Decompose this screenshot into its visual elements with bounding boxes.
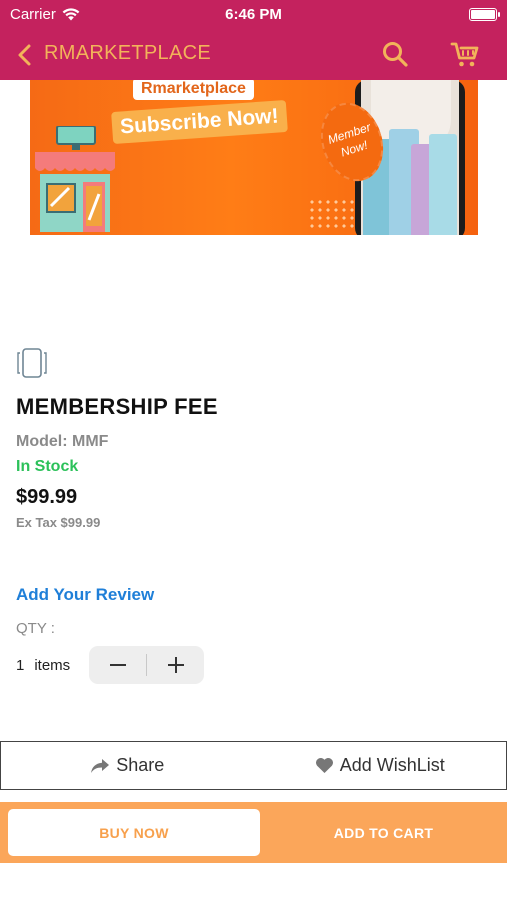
back-chevron-icon[interactable]	[12, 41, 40, 69]
buy-now-button[interactable]: BUY NOW	[8, 809, 260, 856]
search-icon[interactable]	[380, 39, 410, 69]
banner-headline: Subscribe Now!	[111, 99, 288, 145]
battery-icon	[469, 8, 500, 21]
plus-icon	[167, 657, 184, 673]
share-arrow-icon	[91, 758, 110, 773]
promo-banner[interactable]: Rmarketplace Subscribe Now! Member Now!	[30, 80, 478, 235]
add-review-link[interactable]: Add Your Review	[16, 585, 154, 605]
product-name: MEMBERSHIP FEE	[16, 394, 218, 419]
product-placeholder-icon	[17, 348, 47, 378]
qty-unit: items	[34, 657, 71, 674]
status-time: 6:46 PM	[225, 6, 282, 23]
stock-status: In Stock	[16, 458, 79, 475]
minus-icon	[109, 664, 126, 666]
ex-tax-price: Ex Tax $99.99	[16, 515, 101, 530]
decrement-button[interactable]	[89, 646, 146, 684]
qty-label: QTY :	[16, 620, 55, 637]
qty-value: 1	[16, 657, 25, 674]
qty-count: 1 items	[16, 657, 70, 674]
product-price: $99.99	[16, 486, 78, 508]
share-button[interactable]: Share	[1, 742, 254, 789]
page-title: RMARKETPLACE	[44, 42, 211, 64]
purchase-bar: BUY NOW ADD TO CART	[0, 802, 507, 863]
add-wishlist-button[interactable]: Add WishList	[254, 742, 507, 789]
banner-brand: Rmarketplace	[133, 80, 254, 100]
status-bar: Carrier 6:46 PM	[0, 0, 507, 30]
quantity-stepper	[89, 646, 204, 684]
add-to-cart-button[interactable]: ADD TO CART	[260, 809, 507, 856]
product-model: Model: MMF	[16, 433, 109, 450]
heart-icon	[315, 757, 333, 773]
nav-bar: RMARKETPLACE	[0, 30, 507, 80]
cart-icon[interactable]	[449, 38, 481, 70]
shop-illustration-icon	[35, 126, 115, 232]
share-label: Share	[116, 755, 165, 775]
increment-button[interactable]	[147, 646, 204, 684]
share-wishlist-bar: Share Add WishList	[0, 741, 507, 790]
wishlist-label: Add WishList	[339, 755, 445, 775]
